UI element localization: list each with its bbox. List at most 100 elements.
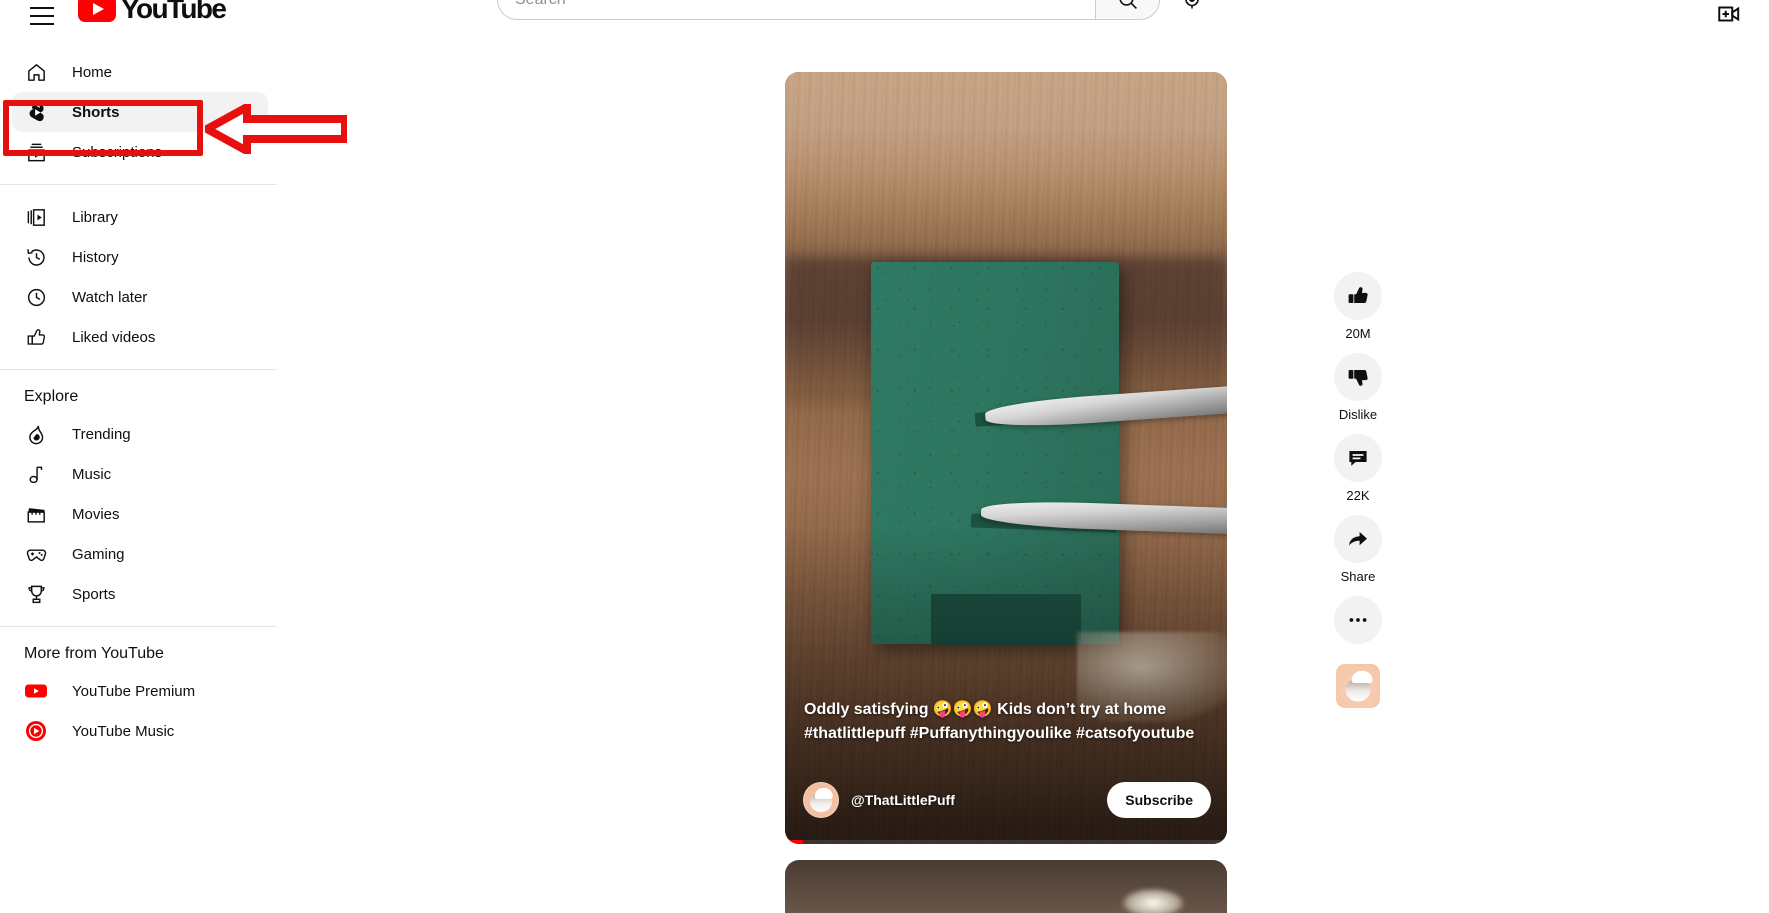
sidebar-divider: [0, 184, 277, 185]
sidebar-item-label: Shorts: [72, 103, 120, 121]
sidebar-item-library[interactable]: Library: [12, 197, 268, 237]
create-button[interactable]: [1709, 0, 1749, 34]
youtube-premium-icon: [24, 679, 48, 703]
like-count: 20M: [1345, 326, 1371, 341]
youtube-country-code: MK: [227, 0, 244, 3]
comment-count: 22K: [1346, 488, 1370, 503]
menu-line: [30, 15, 54, 17]
trophy-icon: [24, 582, 48, 606]
sidebar-item-label: Gaming: [72, 545, 125, 563]
sidebar-item-home[interactable]: Home: [12, 52, 268, 92]
comments-button[interactable]: [1334, 434, 1382, 482]
sidebar-section-more-from-youtube: More from YouTube: [24, 645, 164, 662]
create-video-icon: [1718, 6, 1740, 22]
caption-emoji: 🤪🤪🤪: [932, 701, 993, 718]
sidebar-divider: [0, 626, 277, 627]
sidebar-item-label: History: [72, 248, 119, 266]
sidebar-item-label: Trending: [72, 425, 131, 443]
more-options-group: [1334, 596, 1382, 644]
music-note-icon: [24, 462, 48, 486]
comments-group: 22K: [1334, 434, 1382, 503]
share-label: Share: [1340, 569, 1376, 584]
sidebar-item-music[interactable]: Music: [12, 454, 268, 494]
sidebar-item-label: Home: [72, 63, 113, 81]
history-icon: [24, 245, 48, 269]
search-box[interactable]: [497, 0, 1095, 20]
youtube-logo[interactable]: YouTube MK: [78, 0, 244, 25]
hamburger-menu-icon[interactable]: [22, 0, 62, 36]
sidebar-item-label: Movies: [72, 505, 120, 523]
channel-row: @ThatLittlePuff Subscribe: [803, 782, 1211, 818]
share-button[interactable]: [1334, 515, 1382, 563]
dislike-button[interactable]: [1334, 353, 1382, 401]
dislike-group: Dislike: [1334, 353, 1382, 422]
movie-clapper-icon: [24, 502, 48, 526]
sidebar-item-movies[interactable]: Movies: [12, 494, 268, 534]
thumbs-up-icon: [24, 325, 48, 349]
chef-hat: [814, 787, 833, 799]
channel-avatar[interactable]: [803, 782, 839, 818]
subscribe-button[interactable]: Subscribe: [1107, 782, 1211, 818]
sidebar-item-history[interactable]: History: [12, 237, 268, 277]
library-icon: [24, 205, 48, 229]
sidebar-item-label: Watch later: [72, 288, 148, 306]
shorts-action-rail: 20M Dislike 22K Share: [1334, 272, 1382, 708]
sidebar-item-label: Library: [72, 208, 118, 226]
sidebar-item-shorts[interactable]: Shorts: [12, 92, 268, 132]
comment-icon: [1349, 451, 1367, 466]
sidebar-section-explore: Explore: [24, 388, 79, 405]
gaming-controller-icon: [24, 542, 48, 566]
top-bar: YouTube MK: [0, 0, 1769, 42]
sidebar-item-label: YouTube Premium: [72, 682, 196, 700]
sidebar-item-subscriptions[interactable]: Subscriptions: [12, 132, 268, 172]
search-button[interactable]: [1095, 0, 1160, 20]
sidebar-item-label: Subscriptions: [72, 143, 163, 161]
chef-hat: [1351, 671, 1373, 684]
share-group: Share: [1334, 515, 1382, 584]
trending-flame-icon: [24, 422, 48, 446]
youtube-music-icon: [24, 719, 48, 743]
channel-handle[interactable]: @ThatLittlePuff: [851, 792, 955, 808]
more-options-icon: [1349, 618, 1367, 622]
sidebar-item-label: Music: [72, 465, 112, 483]
sidebar-item-watch-later[interactable]: Watch later: [12, 277, 268, 317]
more-options-button[interactable]: [1334, 596, 1382, 644]
shorts-player[interactable]: Oddly satisfying 🤪🤪🤪 Kids don’t try at h…: [785, 72, 1227, 844]
search-input[interactable]: [515, 0, 1095, 9]
sidebar-item-sports[interactable]: Sports: [12, 574, 268, 614]
thumbs-up-icon: [1348, 287, 1368, 304]
caption-text-part1: Oddly satisfying: [804, 701, 933, 718]
voice-search-button[interactable]: [1172, 0, 1212, 20]
menu-line: [30, 23, 54, 25]
sidebar: Home Shorts Subscriptions Library Histor…: [0, 42, 280, 913]
youtube-shorts-page: YouTube MK: [0, 0, 1769, 913]
sidebar-item-youtube-music[interactable]: YouTube Music: [12, 711, 268, 751]
channel-thumbnail-button[interactable]: [1336, 664, 1380, 708]
search-area: [497, 0, 1212, 20]
search-icon: [1118, 0, 1137, 9]
clock-icon: [24, 285, 48, 309]
sidebar-item-liked-videos[interactable]: Liked videos: [12, 317, 268, 357]
video-caption: Oddly satisfying 🤪🤪🤪 Kids don’t try at h…: [804, 698, 1203, 746]
sidebar-item-youtube-premium[interactable]: YouTube Premium: [12, 671, 268, 711]
video-progress-fill: [785, 840, 803, 844]
sidebar-item-label: YouTube Music: [72, 722, 175, 740]
thumbs-down-icon: [1348, 369, 1368, 386]
youtube-logo-text: YouTube: [121, 0, 227, 24]
home-icon: [24, 60, 48, 84]
sidebar-item-trending[interactable]: Trending: [12, 414, 268, 454]
next-shorts-preview[interactable]: [785, 860, 1227, 913]
share-arrow-icon: [1349, 532, 1367, 546]
youtube-play-icon: [78, 0, 116, 22]
like-button[interactable]: [1334, 272, 1382, 320]
shorts-feed: Oddly satisfying 🤪🤪🤪 Kids don’t try at h…: [280, 42, 1769, 913]
shorts-icon: [24, 100, 48, 124]
dislike-label: Dislike: [1338, 407, 1378, 422]
video-progress-bar[interactable]: [785, 840, 1227, 844]
like-group: 20M: [1334, 272, 1382, 341]
sidebar-divider: [0, 369, 277, 370]
sidebar-item-label: Liked videos: [72, 328, 156, 346]
microphone-icon: [1185, 0, 1199, 9]
sidebar-item-gaming[interactable]: Gaming: [12, 534, 268, 574]
menu-line: [30, 7, 54, 9]
